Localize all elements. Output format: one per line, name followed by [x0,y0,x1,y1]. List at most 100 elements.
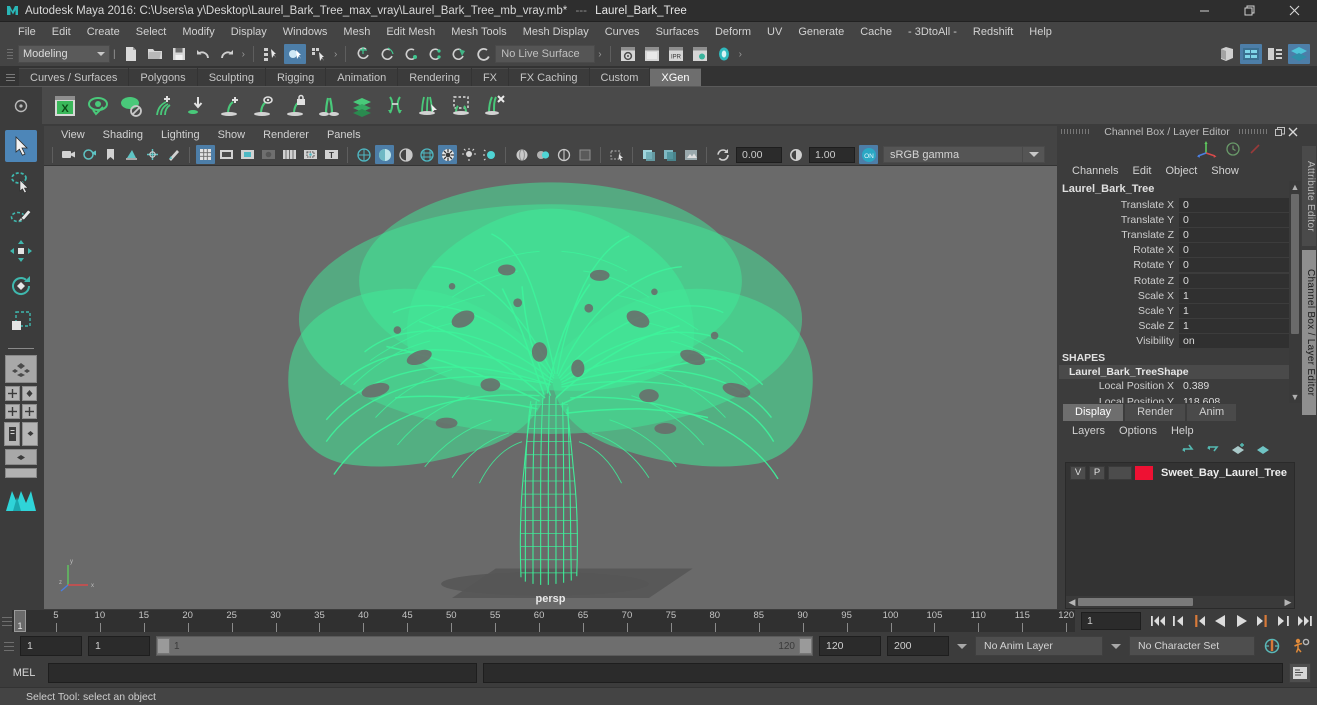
viewport-snapshot-icon[interactable] [681,145,700,164]
hypershade-icon[interactable] [713,44,735,64]
xray-icon[interactable] [512,145,531,164]
shelf-tab-animation[interactable]: Animation [326,68,398,86]
xray-joints-icon[interactable] [533,145,552,164]
menu-mesh[interactable]: Mesh [335,22,378,42]
menu-uv[interactable]: UV [759,22,790,42]
smooth-shade-all-icon[interactable] [375,145,394,164]
channel-row-translate-z[interactable]: Translate Z 0 [1059,227,1289,242]
outliner-persp-layout[interactable] [5,404,20,419]
layer-list[interactable]: V P Sweet_Bay_Laurel_Tree ◀ ▶ [1065,462,1295,609]
close-panel-icon[interactable] [1286,125,1299,138]
snap-grid-icon[interactable] [352,44,374,64]
menu-set-selector[interactable]: Modeling [18,45,110,63]
safe-action-icon[interactable] [301,145,320,164]
move-layer-up-icon[interactable] [1181,442,1196,458]
channel-row-local-position-y[interactable]: Local Position Y 118.608 [1059,394,1289,403]
tab-display[interactable]: Display [1063,404,1124,421]
close-button[interactable] [1272,0,1317,22]
disable-preview-icon[interactable] [116,91,146,121]
channel-value[interactable]: 0 [1179,212,1289,227]
xgen-editor-icon[interactable]: X [50,91,80,121]
region-select-icon[interactable] [446,91,476,121]
render-region-icon[interactable] [660,145,679,164]
exposure-icon[interactable] [713,145,732,164]
color-management-icon[interactable]: ON [859,145,878,164]
statusline-collapse-4[interactable]: › [598,49,601,60]
render-sequence-icon[interactable] [641,44,663,64]
channel-value[interactable]: 0 [1179,258,1289,273]
select-camera-icon[interactable] [59,145,78,164]
menu-mesh-display[interactable]: Mesh Display [515,22,597,42]
range-end-time-field[interactable]: 120 [819,636,881,656]
menu-edit[interactable]: Edit [44,22,79,42]
command-language-label[interactable]: MEL [6,667,42,679]
play-forwards-icon[interactable] [1232,611,1251,631]
live-surface-field[interactable]: No Live Surface [495,45,596,63]
minimize-button[interactable] [1182,0,1227,22]
snap-projected-icon[interactable] [424,44,446,64]
select-guides-icon[interactable] [413,91,443,121]
snapshot-icon[interactable] [639,145,658,164]
film-gate-icon[interactable] [217,145,236,164]
scroll-right-icon[interactable]: ▶ [1282,597,1294,608]
layer-menu-layers[interactable]: Layers [1065,421,1112,441]
menu-modify[interactable]: Modify [174,22,222,42]
channelbox-menu-show[interactable]: Show [1204,161,1246,181]
persp-viewport[interactable]: y x z persp [44,166,1057,609]
tab-anim[interactable]: Anim [1187,404,1237,421]
new-layer-icon[interactable] [1231,442,1246,458]
manipulator-icon[interactable] [1197,140,1217,161]
scale-tool[interactable] [5,305,37,337]
menu-create[interactable]: Create [79,22,128,42]
time-slider-playhead[interactable]: 1 [14,610,26,632]
mirror-guides-icon[interactable] [314,91,344,121]
lasso-select-tool[interactable] [5,165,37,197]
vertical-tab-attribute-editor[interactable]: Attribute Editor [1302,146,1316,246]
default-light-icon[interactable] [459,145,478,164]
undock-panel-icon[interactable] [1273,125,1286,138]
grease-pencil-icon[interactable] [164,145,183,164]
layer-name[interactable]: Sweet_Bay_Laurel_Tree [1161,467,1287,479]
current-frame-field[interactable]: 1 [1081,612,1141,630]
wireframe-icon[interactable] [354,145,373,164]
saved-layouts-button[interactable] [5,449,37,465]
chevron-down-icon[interactable] [1109,643,1123,649]
menu-generate[interactable]: Generate [790,22,852,42]
channel-value[interactable]: 1 [1179,319,1289,334]
xray-active-components-icon[interactable] [554,145,573,164]
menu-windows[interactable]: Windows [275,22,336,42]
persp-panel-layout[interactable] [22,422,38,446]
channel-row-translate-x[interactable]: Translate X 0 [1059,197,1289,212]
menu-help[interactable]: Help [1021,22,1060,42]
layer-menu-help[interactable]: Help [1164,421,1201,441]
shelf-tab-fx-caching[interactable]: FX Caching [509,68,589,86]
new-layer-from-selected-icon[interactable] [1256,442,1271,458]
menu-deform[interactable]: Deform [707,22,759,42]
snap-view-plane-icon[interactable] [448,44,470,64]
channelbox-menu-object[interactable]: Object [1158,161,1204,181]
channelbox-menu-channels[interactable]: Channels [1065,161,1125,181]
single-perspective-layout[interactable] [5,355,37,383]
shelf-grip[interactable] [6,70,15,84]
channel-value[interactable]: 118.608 [1179,395,1289,403]
menu-file[interactable]: File [10,22,44,42]
tool-settings-icon[interactable] [1264,44,1286,64]
camera-attributes-icon[interactable] [80,145,99,164]
channel-row-scale-y[interactable]: Scale Y 1 [1059,303,1289,318]
range-slider-grip[interactable] [4,636,14,656]
scrollbar-thumb[interactable] [1078,598,1193,606]
range-start-handle[interactable] [157,638,170,654]
maya-bonus-icon[interactable] [2,483,40,517]
chevron-down-icon[interactable] [955,643,969,649]
select-by-component-icon[interactable] [308,44,330,64]
move-layer-down-icon[interactable] [1206,442,1221,458]
channel-value[interactable]: 0.389 [1179,379,1289,393]
range-start-time-field[interactable]: 1 [88,636,150,656]
undo-icon[interactable] [192,44,214,64]
gamma-icon[interactable] [786,145,805,164]
wireframe-on-shaded-icon[interactable] [438,145,457,164]
grid-toggle-icon[interactable] [196,145,215,164]
render-settings-icon[interactable] [689,44,711,64]
channelbox-menu-edit[interactable]: Edit [1125,161,1158,181]
viewport-menu-panels[interactable]: Panels [318,125,370,145]
